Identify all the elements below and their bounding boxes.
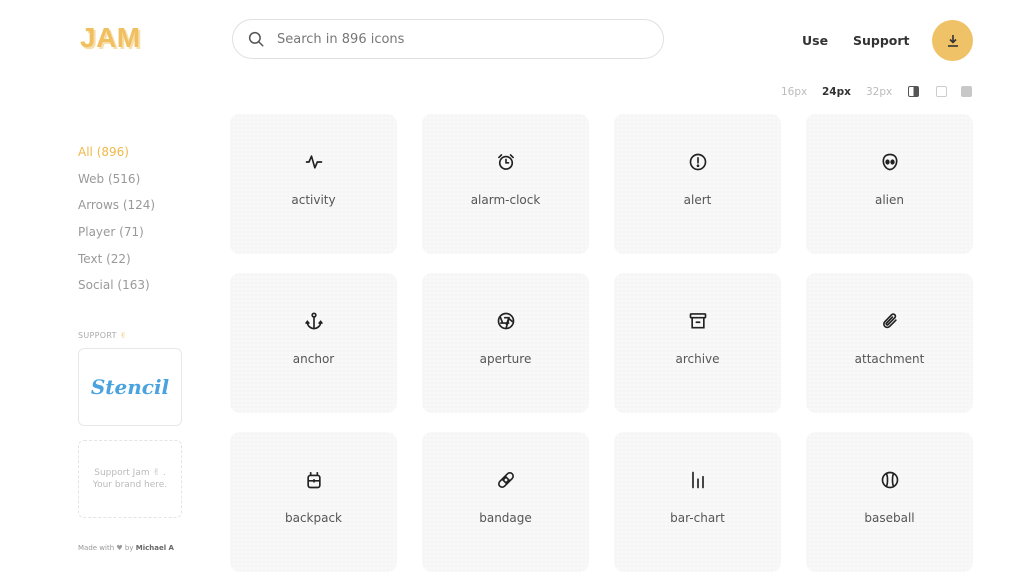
icon-name: activity [291,193,336,207]
support-jam-text: Support Jam ✌ . Your brand here. [92,468,168,490]
alarm-clock-icon [496,152,516,172]
icon-card-alien[interactable]: alien [806,114,973,254]
icon-card-bar-chart[interactable]: bar-chart [614,432,781,572]
download-button[interactable] [932,20,973,61]
icon-card-baseball[interactable]: baseball [806,432,973,572]
support-label: SUPPORT ✌ [78,331,127,340]
made-with-credit: Made with ♥ by Michael A [78,544,174,552]
icon-name: alarm-clock [470,193,541,207]
icon-name: aperture [479,352,532,366]
archive-icon [688,311,708,331]
icon-name: attachment [854,352,925,366]
category-text[interactable]: Text (22) [78,252,155,266]
nav-use-link[interactable]: Use [802,33,828,48]
stencil-ad[interactable]: Stencil [78,348,182,426]
alien-icon [880,152,900,172]
search-icon [248,31,264,47]
icon-name: bandage [479,511,532,525]
icon-name: backpack [284,511,343,525]
icon-card-archive[interactable]: archive [614,273,781,413]
author-link[interactable]: Michael A [136,544,174,552]
heart-icon: ♥ [116,544,123,552]
category-web[interactable]: Web (516) [78,172,155,186]
logo[interactable]: JAM [80,22,141,54]
category-social[interactable]: Social (163) [78,278,155,292]
attachment-icon [880,311,900,331]
size-16-option[interactable]: 16px [781,86,807,98]
size-32-option[interactable]: 32px [866,86,892,98]
icon-card-alarm-clock[interactable]: alarm-clock [422,114,589,254]
icon-card-aperture[interactable]: aperture [422,273,589,413]
victory-hand-icon: ✌ [119,331,127,340]
icon-card-anchor[interactable]: anchor [230,273,397,413]
bar-chart-icon [688,470,708,490]
icon-card-alert[interactable]: alert [614,114,781,254]
activity-icon [304,152,324,172]
download-icon [947,34,958,47]
icon-name: baseball [864,511,915,525]
icon-name: bar-chart [670,511,725,525]
size-24-option[interactable]: 24px [822,86,851,98]
search-input[interactable] [277,31,637,47]
icon-card-backpack[interactable]: backpack [230,432,397,572]
icon-card-bandage[interactable]: bandage [422,432,589,572]
icon-name: alert [683,193,712,207]
category-arrows[interactable]: Arrows (124) [78,198,155,212]
category-player[interactable]: Player (71) [78,225,155,239]
view-filled-toggle[interactable] [961,86,972,97]
anchor-icon [304,311,324,331]
view-outline-toggle[interactable] [936,86,947,97]
aperture-icon [496,311,516,331]
bandage-icon [496,470,516,490]
icon-name: archive [675,352,720,366]
category-sidebar: All (896) Web (516) Arrows (124) Player … [78,145,155,305]
category-all[interactable]: All (896) [78,145,155,159]
icon-grid: activity alarm-clock alert alien anchor … [230,114,973,572]
alert-icon [688,152,708,172]
support-jam-ad[interactable]: Support Jam ✌ . Your brand here. [78,440,182,518]
view-half-toggle[interactable] [908,86,919,97]
icon-card-attachment[interactable]: attachment [806,273,973,413]
backpack-icon [304,470,324,490]
search-bar[interactable] [232,19,664,59]
icon-card-activity[interactable]: activity [230,114,397,254]
icon-name: anchor [292,352,335,366]
stencil-logo: Stencil [90,375,170,399]
baseball-icon [880,470,900,490]
icon-name: alien [874,193,904,207]
nav-support-link[interactable]: Support [853,33,910,48]
